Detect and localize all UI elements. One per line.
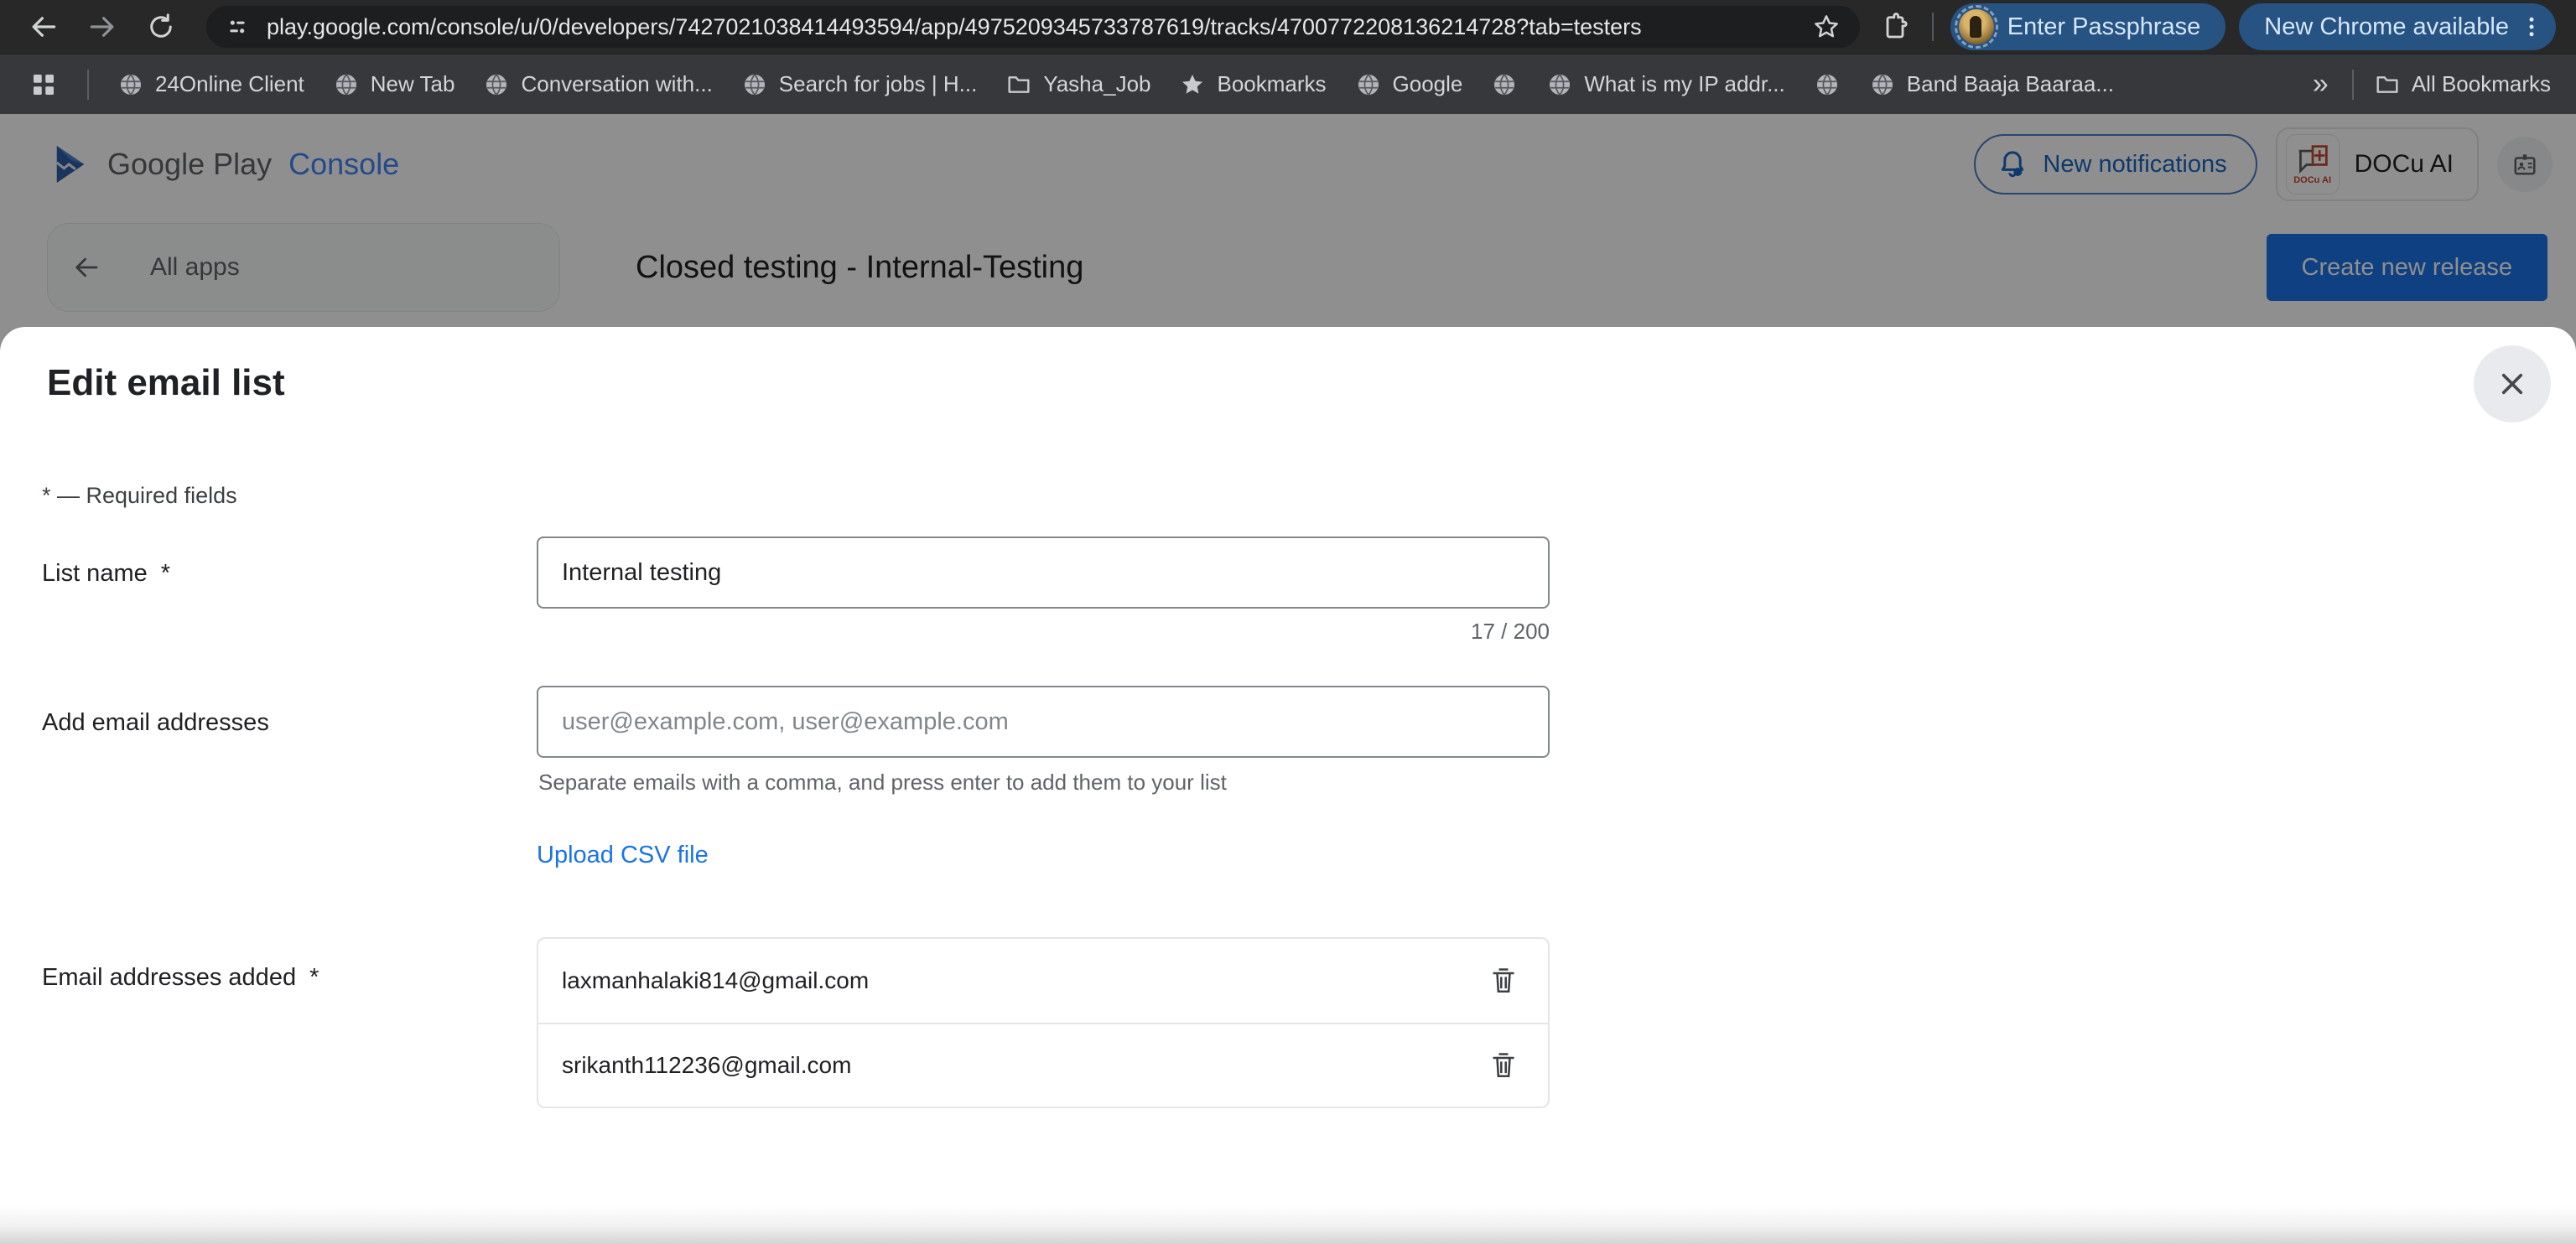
trash-icon <box>1488 1050 1519 1081</box>
refresh-button[interactable] <box>143 8 179 45</box>
globe-icon <box>1491 71 1518 98</box>
site-settings-icon[interactable] <box>223 13 252 41</box>
bookmark-item[interactable]: Google <box>1355 71 1463 98</box>
email-row: srikanth112236@gmail.com <box>538 1023 1548 1107</box>
bookmark-item[interactable]: New Tab <box>333 71 455 98</box>
star-icon <box>1179 71 1206 98</box>
bookmark-item[interactable] <box>1491 71 1518 98</box>
close-icon <box>2496 368 2528 400</box>
back-arrow-icon <box>28 11 60 43</box>
bookmark-label: Bookmarks <box>1217 71 1326 97</box>
required-asterisk: * <box>309 964 319 991</box>
bookmarks-divider-right <box>2352 70 2354 100</box>
profile-passphrase-label: Enter Passphrase <box>2007 13 2201 41</box>
bookmark-item[interactable]: Bookmarks <box>1179 71 1326 98</box>
character-counter: 17 / 200 <box>537 619 1550 645</box>
bookmark-label: Google <box>1393 71 1463 97</box>
upload-csv-link[interactable]: Upload CSV file <box>537 842 709 869</box>
list-name-label: List name* <box>42 560 170 588</box>
refresh-icon <box>146 12 176 42</box>
bookmark-label: What is my IP addr... <box>1584 71 1784 97</box>
bookmarks-overflow-button[interactable]: » <box>2308 68 2332 101</box>
apps-grid-icon[interactable] <box>29 70 59 100</box>
added-emails-list: laxmanhalaki814@gmail.com srikanth112236… <box>537 937 1550 1108</box>
forward-button[interactable] <box>84 8 121 45</box>
list-name-input[interactable] <box>537 536 1550 609</box>
address-bar[interactable]: play.google.com/console/u/0/developers/7… <box>206 6 1860 48</box>
bookmark-label: Search for jobs | H... <box>779 71 978 97</box>
bookmark-label: 24Online Client <box>155 71 304 97</box>
bookmark-item[interactable]: Band Baaja Baaraa... <box>1869 71 2114 98</box>
bookmark-item[interactable]: Conversation with... <box>483 71 712 98</box>
modal-footer-shadow <box>0 1205 2576 1244</box>
all-bookmarks-button[interactable]: All Bookmarks <box>2374 71 2551 98</box>
back-button[interactable] <box>25 8 62 45</box>
bookmarks-bar: 24Online Client New Tab Conversation wit… <box>0 54 2576 114</box>
modal-title: Edit email list <box>47 362 285 404</box>
bookmark-item[interactable]: What is my IP addr... <box>1546 71 1784 98</box>
bookmark-label: New Tab <box>371 71 455 97</box>
bookmark-star-icon[interactable] <box>1811 12 1841 42</box>
globe-icon <box>333 71 360 98</box>
url-text[interactable]: play.google.com/console/u/0/developers/7… <box>267 14 1811 40</box>
bookmark-label: Band Baaja Baaraa... <box>1907 71 2114 97</box>
globe-icon <box>117 71 144 98</box>
chrome-update-button[interactable]: New Chrome available <box>2239 3 2556 50</box>
profile-passphrase-button[interactable]: Enter Passphrase <box>1950 3 2226 50</box>
email-address: laxmanhalaki814@gmail.com <box>562 967 869 994</box>
bookmark-item[interactable] <box>1814 71 1841 98</box>
globe-icon <box>1355 71 1382 98</box>
bookmark-label: Conversation with... <box>521 71 712 97</box>
delete-email-button[interactable] <box>1481 1043 1526 1088</box>
bookmarks-divider <box>87 70 89 100</box>
add-emails-label: Add email addresses <box>42 709 269 737</box>
extensions-button[interactable] <box>1875 7 1915 47</box>
bookmarks-list: 24Online Client New Tab Conversation wit… <box>117 71 2114 98</box>
profile-avatar <box>1959 9 1994 44</box>
folder-icon <box>2374 71 2401 98</box>
delete-email-button[interactable] <box>1481 958 1526 1003</box>
added-emails-label: Email addresses added* <box>42 964 319 992</box>
forward-arrow-icon <box>86 11 118 43</box>
globe-icon <box>1869 71 1896 98</box>
chrome-update-label: New Chrome available <box>2264 13 2509 41</box>
email-row: laxmanhalaki814@gmail.com <box>538 939 1548 1023</box>
required-asterisk: * <box>161 560 170 587</box>
puzzle-icon <box>1880 12 1910 42</box>
globe-icon <box>1814 71 1841 98</box>
globe-icon <box>741 71 768 98</box>
globe-icon <box>1546 71 1573 98</box>
folder-icon <box>1005 71 1032 98</box>
toolbar-divider <box>1932 13 1934 41</box>
bookmark-item[interactable]: Yasha_Job <box>1005 71 1150 98</box>
modal-close-button[interactable] <box>2474 345 2551 422</box>
all-bookmarks-label: All Bookmarks <box>2412 71 2551 97</box>
edit-email-list-modal: Edit email list * — Required fields List… <box>0 327 2576 1244</box>
browser-toolbar: play.google.com/console/u/0/developers/7… <box>0 0 2576 54</box>
required-fields-note: * — Required fields <box>42 483 237 509</box>
bookmark-item[interactable]: Search for jobs | H... <box>741 71 978 98</box>
add-emails-helper-text: Separate emails with a comma, and press … <box>538 770 1227 796</box>
add-emails-input[interactable] <box>537 686 1550 758</box>
bookmark-label: Yasha_Job <box>1043 71 1150 97</box>
trash-icon <box>1488 965 1519 997</box>
bookmark-item[interactable]: 24Online Client <box>117 71 304 98</box>
globe-icon <box>483 71 510 98</box>
email-address: srikanth112236@gmail.com <box>562 1052 851 1079</box>
more-menu-icon[interactable] <box>2519 13 2544 41</box>
